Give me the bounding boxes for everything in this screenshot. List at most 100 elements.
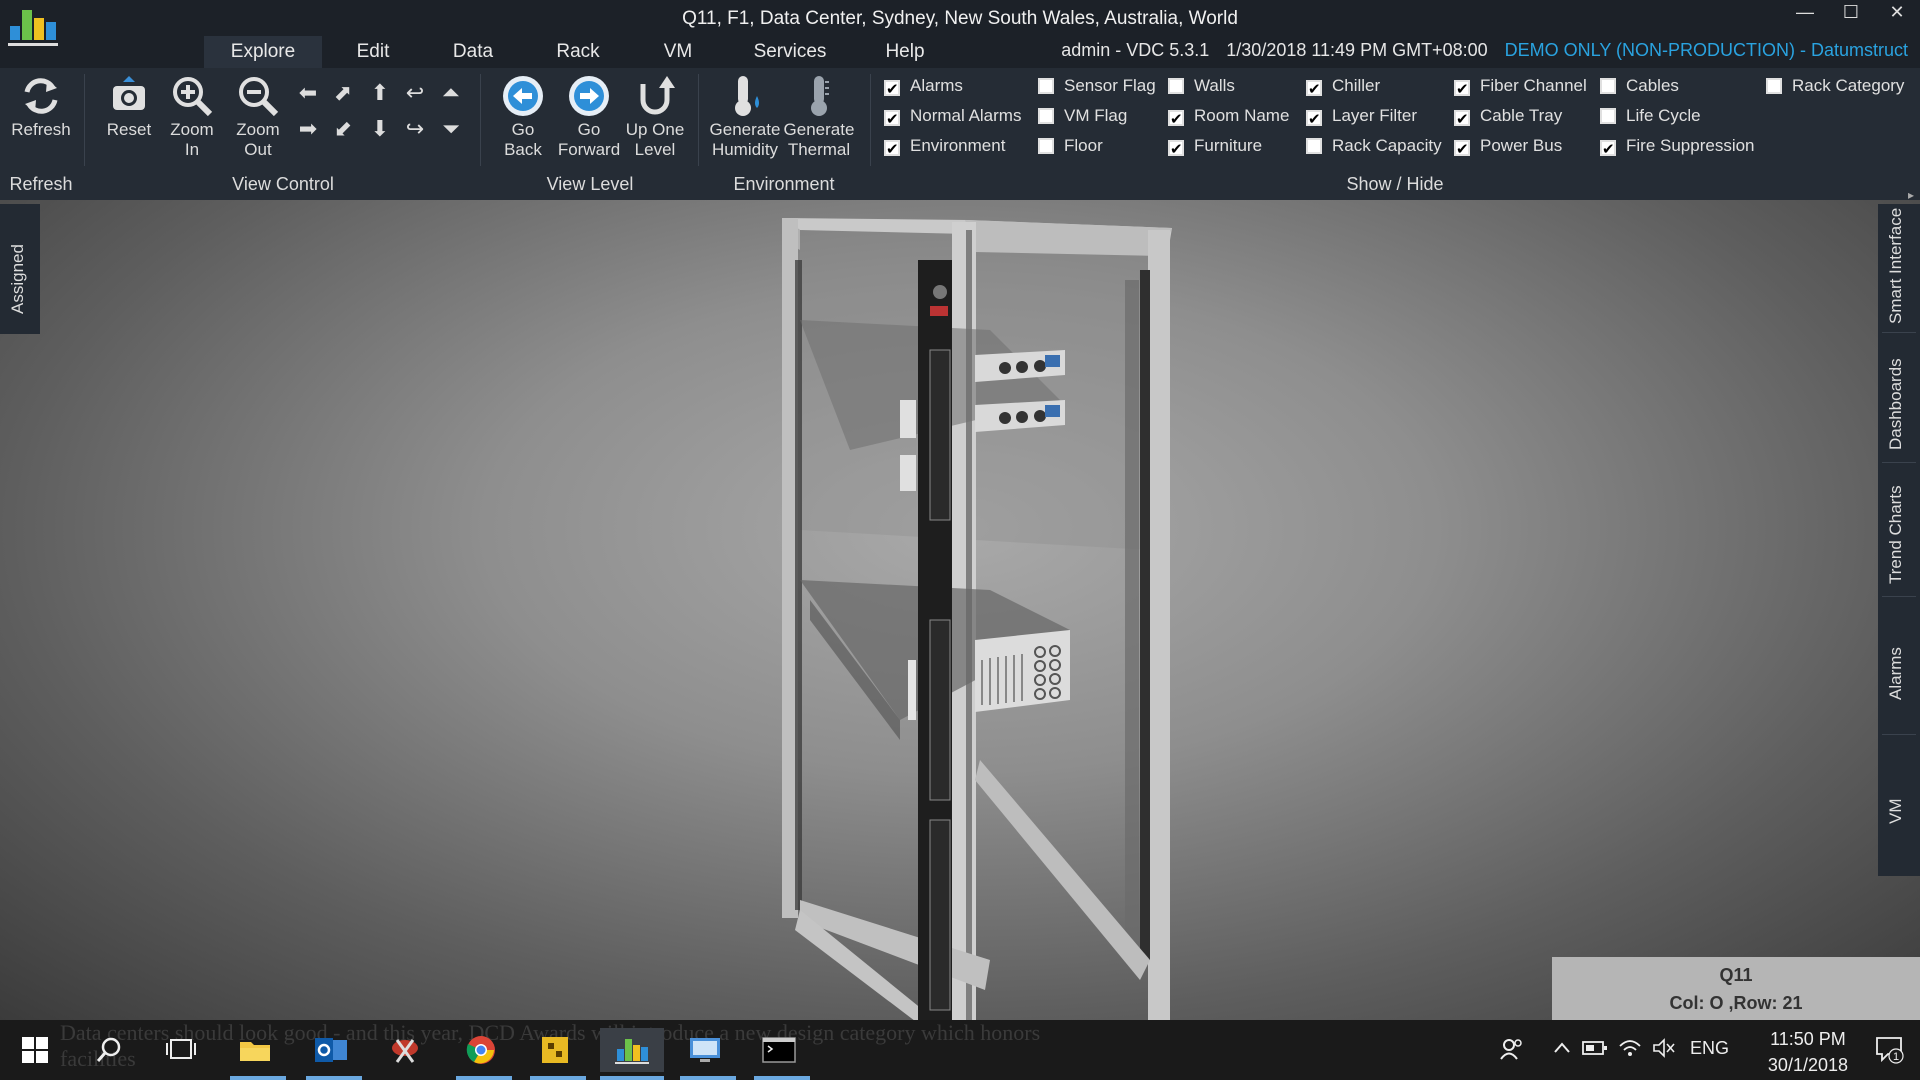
checkbox-box	[1038, 108, 1054, 124]
tilt-up-icon[interactable]: ⏶	[436, 78, 466, 108]
checkbox-floor[interactable]: Floor	[1038, 135, 1103, 157]
zoom-in-label-1: Zoom	[170, 120, 214, 139]
checkbox-label: Life Cycle	[1626, 106, 1701, 125]
minimize-button[interactable]: —	[1782, 0, 1828, 26]
zoom-out-label-1: Zoom	[236, 120, 280, 139]
zoom-in-icon	[173, 77, 213, 117]
rotate-down-left-icon[interactable]: ⬋	[328, 114, 358, 144]
side-tab-smart-interface[interactable]: Smart Interface	[1886, 208, 1906, 324]
checkbox-cables[interactable]: Cables	[1600, 75, 1679, 97]
tilt-down-icon[interactable]: ⏷	[436, 114, 466, 144]
checkbox-normal-alarms[interactable]: ✔ Normal Alarms	[884, 105, 1021, 128]
maximize-button[interactable]: ☐	[1828, 0, 1874, 26]
checkbox-rack-category[interactable]: Rack Category	[1766, 75, 1904, 97]
people-icon[interactable]	[1500, 1038, 1524, 1065]
rack-name: Q11	[1719, 965, 1753, 985]
tab-services[interactable]: Services	[745, 36, 835, 68]
running-indicator	[754, 1076, 810, 1080]
side-tab-trend-charts[interactable]: Trend Charts	[1886, 485, 1906, 584]
running-indicator	[530, 1076, 586, 1080]
tab-vm[interactable]: VM	[645, 36, 711, 68]
up-one-label-1: Up One	[625, 120, 685, 139]
go-back-label-1: Go	[511, 120, 535, 139]
terminal-icon[interactable]	[754, 1028, 804, 1072]
zoom-out-button[interactable]: Zoom Out	[228, 74, 288, 160]
checkbox-chiller[interactable]: ✔ Chiller	[1306, 75, 1380, 98]
checkbox-label: Room Name	[1194, 106, 1290, 125]
chevron-up-icon[interactable]	[1552, 1038, 1572, 1063]
refresh-button[interactable]: Refresh	[6, 74, 76, 140]
turn-right-icon[interactable]: ↪	[400, 114, 430, 144]
group-label-view-level: View Level	[546, 174, 634, 194]
battery-icon[interactable]	[1582, 1038, 1608, 1063]
checkbox-room-name[interactable]: ✔ Room Name	[1168, 105, 1290, 128]
3d-viewport[interactable]	[0, 200, 1920, 1020]
zoom-in-button[interactable]: Zoom In	[162, 74, 222, 160]
pan-left-icon[interactable]: ⬅	[293, 78, 323, 108]
volume-muted-icon[interactable]	[1652, 1038, 1676, 1063]
language-indicator[interactable]: ENG	[1690, 1038, 1729, 1059]
tab-help[interactable]: Help	[870, 36, 940, 68]
rack-side-bracket	[908, 660, 916, 720]
close-button[interactable]: ✕	[1874, 0, 1920, 26]
checkbox-walls[interactable]: Walls	[1168, 75, 1235, 97]
system-clock[interactable]: 11:50 PM 30/1/2018	[1768, 1026, 1848, 1078]
tab-edit[interactable]: Edit	[340, 36, 406, 68]
taskbar: Data centers should look good - and this…	[0, 1020, 1920, 1080]
search-icon[interactable]	[84, 1028, 134, 1072]
checkbox-furniture[interactable]: ✔ Furniture	[1168, 135, 1262, 158]
rotate-up-right-icon[interactable]: ⬈	[328, 78, 358, 108]
tab-explore[interactable]: Explore	[204, 36, 322, 68]
chrome-icon[interactable]	[456, 1028, 506, 1072]
checkbox-power-bus[interactable]: ✔ Power Bus	[1454, 135, 1562, 158]
notification-count: 1	[1893, 1051, 1899, 1063]
checkbox-life-cycle[interactable]: Life Cycle	[1600, 105, 1701, 127]
outlook-icon[interactable]	[306, 1028, 356, 1072]
tab-data[interactable]: Data	[440, 36, 506, 68]
reset-button[interactable]: Reset	[98, 74, 160, 140]
checkbox-fiber-channel[interactable]: ✔ Fiber Channel	[1454, 75, 1587, 98]
puzzle-app-icon[interactable]	[530, 1028, 580, 1072]
file-explorer-icon[interactable]	[230, 1028, 280, 1072]
wifi-icon[interactable]	[1618, 1038, 1642, 1063]
go-back-button[interactable]: Go Back	[496, 74, 550, 160]
checkbox-box	[1600, 78, 1616, 94]
side-tab-dashboards[interactable]: Dashboards	[1886, 358, 1906, 450]
checkbox-rack-capacity[interactable]: Rack Capacity	[1306, 135, 1442, 157]
checkbox-cable-tray[interactable]: ✔ Cable Tray	[1454, 105, 1562, 128]
generate-humidity-button[interactable]: Generate Humidity	[706, 74, 784, 160]
pan-right-icon[interactable]: ➡	[293, 114, 323, 144]
remote-desktop-icon[interactable]	[680, 1028, 730, 1072]
checkbox-box: ✔	[1454, 110, 1470, 128]
pan-up-icon[interactable]: ⬆	[365, 78, 395, 108]
tab-rack[interactable]: Rack	[545, 36, 611, 68]
checkbox-layer-filter[interactable]: ✔ Layer Filter	[1306, 105, 1417, 128]
reset-label: Reset	[106, 120, 152, 139]
datacenter-app-icon[interactable]	[600, 1028, 664, 1072]
server-unit-3	[975, 630, 1070, 712]
checkbox-alarms[interactable]: ✔ Alarms	[884, 75, 963, 98]
up-level-icon	[640, 76, 675, 115]
zoom-out-label-2: Out	[244, 140, 272, 159]
pan-down-icon[interactable]: ⬇	[365, 114, 395, 144]
checkbox-environment[interactable]: ✔ Environment	[884, 135, 1005, 158]
side-tab-alarms[interactable]: Alarms	[1886, 647, 1906, 700]
go-forward-button[interactable]: Go Forward	[556, 74, 622, 160]
thermometer-humidity-icon	[735, 76, 759, 116]
checkbox-sensor-flag[interactable]: Sensor Flag	[1038, 75, 1156, 97]
up-one-level-button[interactable]: Up One Level	[622, 74, 688, 160]
side-tab-vm[interactable]: VM	[1886, 799, 1906, 825]
turn-left-icon[interactable]: ↩	[400, 78, 430, 108]
thermometer-icon	[811, 76, 829, 116]
notification-center-icon[interactable]: 1	[1874, 1034, 1904, 1069]
task-view-icon[interactable]	[156, 1028, 206, 1072]
snipping-tool-icon[interactable]	[380, 1028, 430, 1072]
checkbox-vm-flag[interactable]: VM Flag	[1038, 105, 1127, 127]
pdu-outlets	[929, 349, 951, 1011]
checkbox-label: Floor	[1064, 136, 1103, 155]
windows-start-icon[interactable]	[10, 1028, 60, 1072]
side-tab-assigned[interactable]: Assigned	[0, 204, 40, 334]
tab-divider	[1882, 462, 1916, 463]
generate-thermal-button[interactable]: Generate Thermal	[780, 74, 858, 160]
checkbox-fire-suppression[interactable]: ✔ Fire Suppression	[1600, 135, 1755, 158]
